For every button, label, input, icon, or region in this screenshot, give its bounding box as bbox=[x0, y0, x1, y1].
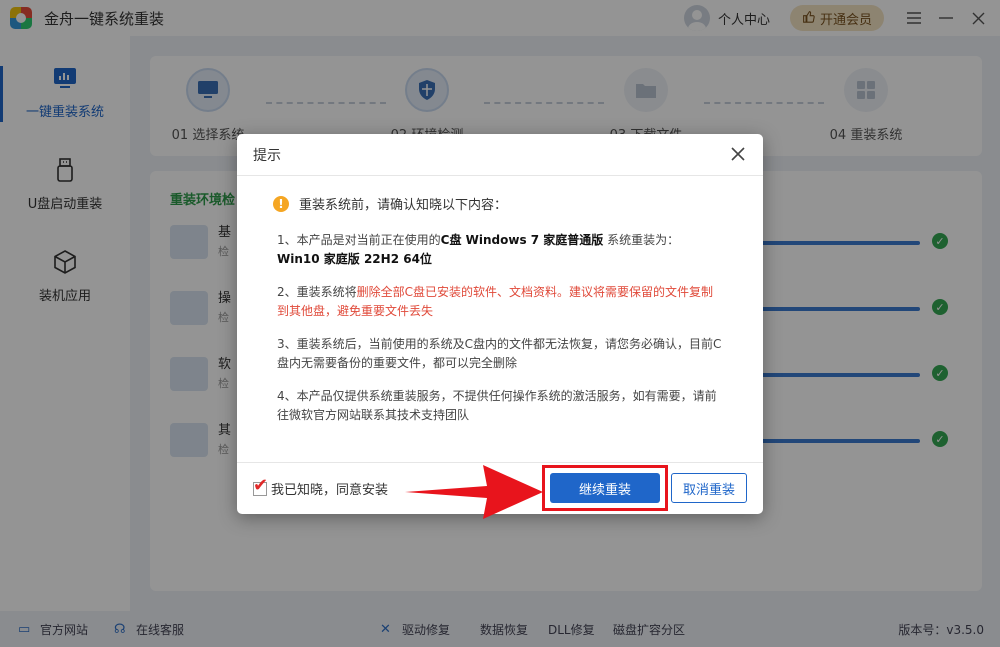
close-icon[interactable] bbox=[727, 143, 749, 165]
red-arrow-icon bbox=[405, 465, 543, 519]
cancel-reinstall-button[interactable]: 取消重装 bbox=[671, 473, 747, 503]
warning-text: 重装系统前，请确认知晓以下内容： bbox=[299, 198, 508, 213]
continue-reinstall-button[interactable]: 继续重装 bbox=[550, 473, 660, 503]
dialog-body: ! 重装系统前，请确认知晓以下内容： 1、本产品是对当前正在使用的C盘 Wind… bbox=[237, 176, 763, 425]
notice-text: 系统重装为： bbox=[603, 233, 680, 247]
warning-icon: ! bbox=[273, 195, 289, 212]
checkmark-icon: ✔ bbox=[253, 474, 269, 496]
warning-line: ! 重装系统前，请确认知晓以下内容： bbox=[273, 194, 725, 213]
agree-label: 我已知晓，同意安装 bbox=[271, 483, 389, 498]
agree-checkbox-row[interactable]: ✔ 我已知晓，同意安装 bbox=[253, 476, 389, 498]
dialog-header: 提示 bbox=[237, 134, 763, 176]
notice-item-4: 4、本产品仅提供系统重装服务，不提供任何操作系统的激活服务，如有需要，请前往微软… bbox=[277, 389, 717, 422]
notice-item-3: 3、重装系统后，当前使用的系统及C盘内的文件都无法恢复，请您务必确认，目前C盘内… bbox=[277, 337, 722, 370]
notice-text: 2、重装系统将 bbox=[277, 285, 357, 299]
confirm-dialog: 提示 ! 重装系统前，请确认知晓以下内容： 1、本产品是对当前正在使用的C盘 W… bbox=[237, 134, 763, 514]
notice-item-1: 1、本产品是对当前正在使用的C盘 Windows 7 家庭普通版 系统重装为： … bbox=[277, 231, 725, 269]
notice-item-2: 2、重装系统将删除全部C盘已安装的软件、文档资料。建议将需要保留的文件复制到其他… bbox=[277, 283, 725, 321]
dialog-title: 提示 bbox=[253, 147, 281, 164]
notice-text: 1、本产品是对当前正在使用的 bbox=[277, 233, 441, 247]
target-system: Win10 家庭版 22H2 64位 bbox=[277, 252, 432, 266]
current-system: C盘 Windows 7 家庭普通版 bbox=[440, 233, 604, 247]
agree-checkbox[interactable]: ✔ bbox=[253, 476, 268, 496]
